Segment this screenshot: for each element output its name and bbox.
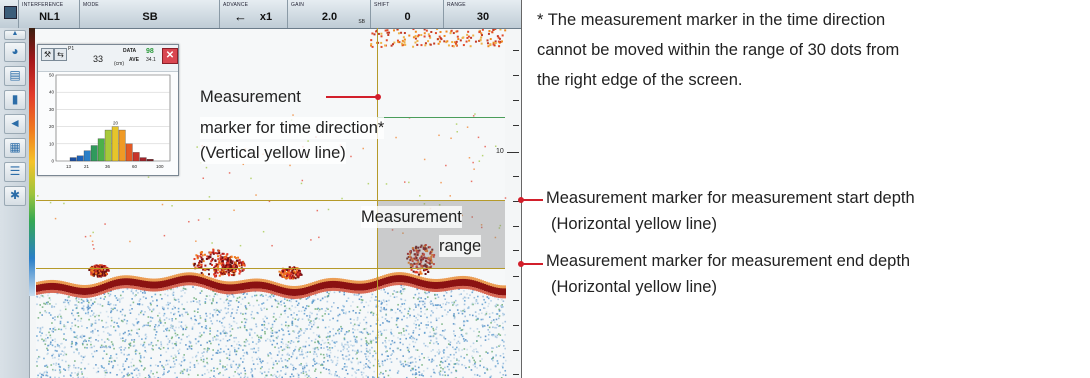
sidebar-menu-button[interactable]: ▲: [4, 30, 26, 40]
depth-label-10: 10: [496, 148, 504, 155]
histogram-y-tick: 10: [49, 141, 55, 146]
callout-time-marker-leader: [326, 96, 378, 98]
sidebar-split-button[interactable]: ▦: [4, 138, 26, 158]
callout-start-depth-line2: (Horizontal yellow line): [551, 215, 717, 233]
histogram-bar: [132, 152, 140, 162]
note-line-3: the right edge of the screen.: [537, 71, 743, 89]
callout-end-depth-line2: (Horizontal yellow line): [551, 278, 717, 296]
tools-icon: ✱: [9, 188, 21, 202]
sidebar-tools-button[interactable]: ✱: [4, 186, 26, 206]
mode-label: MODE: [83, 2, 99, 8]
histogram-bar: [118, 129, 126, 162]
histogram-x-tick: 36: [105, 164, 111, 169]
sidebar-fish-button[interactable]: ◕: [4, 42, 26, 62]
topbar-shift[interactable]: SHIFT 0: [370, 0, 444, 28]
time-direction-marker[interactable]: [377, 28, 378, 378]
callout-range-line2: range: [439, 235, 482, 257]
callout-range-line1: Measurement: [361, 206, 462, 228]
histogram-x-tick: 60: [132, 164, 138, 169]
histogram-bar: [139, 157, 147, 162]
callout-start-depth-line1: Measurement marker for measurement start…: [546, 189, 915, 207]
speaker-icon: ◄: [9, 116, 21, 130]
histogram-bar: [146, 159, 154, 162]
histogram-y-tick: 20: [49, 124, 55, 129]
callout-start-depth-leader: [521, 199, 543, 201]
note-line-2: cannot be moved within the range of 30 d…: [537, 41, 900, 59]
mode-value: SB: [142, 11, 158, 23]
interference-label: INTERFERENCE: [22, 2, 64, 8]
histogram-bar: [76, 155, 84, 162]
histogram-y-tick: 30: [49, 107, 55, 112]
histogram-x-tick: 13: [66, 164, 72, 169]
seabed-icon: ▤: [9, 68, 21, 82]
histogram-y-tick: 50: [49, 73, 55, 78]
callout-time-marker-line2: marker for time direction*: [200, 117, 385, 139]
table-icon: ☰: [9, 164, 21, 178]
topbar-advance[interactable]: ADVANCE ← x1: [219, 0, 288, 28]
callout-end-depth-line1: Measurement marker for measurement end d…: [546, 252, 911, 270]
callout-time-marker-dot: [375, 94, 381, 100]
sidebar-table-button[interactable]: ☰: [4, 162, 26, 182]
histogram-bar: [125, 143, 133, 162]
topbar-mode[interactable]: MODE SB: [79, 0, 220, 28]
topbar-interference[interactable]: INTERFERENCE NL1: [18, 0, 80, 28]
histogram-bar: [104, 129, 112, 162]
top-status-bar: INTERFERENCE NL1 MODE SB ADVANCE ← x1 GA…: [0, 0, 521, 29]
start-depth-marker[interactable]: [36, 200, 505, 201]
echogram-screen: INTERFERENCE NL1 MODE SB ADVANCE ← x1 GA…: [0, 0, 522, 378]
range-value: 30: [476, 11, 490, 23]
histogram-bar: [97, 138, 105, 162]
bar-chart-icon: ▮: [11, 92, 19, 106]
histogram-x-tick: 21: [84, 164, 90, 169]
callout-end-depth-leader: [521, 263, 543, 265]
split-screen-icon: ▦: [9, 140, 21, 154]
histogram-x-tick: 100: [156, 164, 164, 169]
callout-time-marker-line3: (Vertical yellow line): [200, 142, 346, 164]
histogram-y-tick: 0: [51, 159, 54, 164]
green-line-marker: [377, 117, 505, 118]
callout-time-marker-line1: Measurement: [200, 88, 301, 106]
topbar-range[interactable]: RANGE 30: [443, 0, 521, 28]
gain-label: GAIN: [291, 2, 305, 8]
sidebar-sound-button[interactable]: ◄: [4, 114, 26, 134]
size-histogram: 5040302010013 21 36 60 10020: [49, 73, 171, 169]
advance-label: ADVANCE: [223, 2, 249, 8]
histogram-bar: [83, 150, 91, 162]
power-icon[interactable]: [4, 6, 17, 19]
histogram-bar: [111, 126, 119, 162]
left-toolbar: ▲ ◕ ▤ ▮ ◄ ▦ ☰ ✱: [0, 28, 30, 378]
color-scale-bar: [29, 28, 35, 296]
fish-icon: ◕: [11, 44, 19, 58]
sidebar-seabed-button[interactable]: ▤: [4, 66, 26, 86]
advance-value: x1: [259, 11, 273, 23]
histogram-bar: [90, 145, 98, 162]
shift-value: 0: [404, 11, 411, 23]
topbar-gain[interactable]: GAIN 2.0 SB: [287, 0, 371, 28]
end-depth-marker[interactable]: [36, 268, 505, 269]
size-distribution-window[interactable]: ⚒ ⇆ P1 33 DATA 98 (cm) AVE 34.1 ✕ 50 40 30…: [37, 44, 179, 176]
histogram-y-tick: 40: [49, 90, 55, 95]
interference-value: NL1: [39, 11, 60, 23]
range-label: RANGE: [447, 2, 466, 8]
depth-ruler: [505, 28, 521, 378]
gain-mode-sub: SB: [358, 19, 365, 25]
shift-label: SHIFT: [374, 2, 390, 8]
histogram-peak-label: 20: [113, 121, 119, 126]
menu-icon: ▲: [11, 30, 19, 37]
sidebar-histogram-button[interactable]: ▮: [4, 90, 26, 110]
note-line-1: * The measurement marker in the time dir…: [537, 11, 886, 29]
histogram-bar: [69, 157, 77, 162]
